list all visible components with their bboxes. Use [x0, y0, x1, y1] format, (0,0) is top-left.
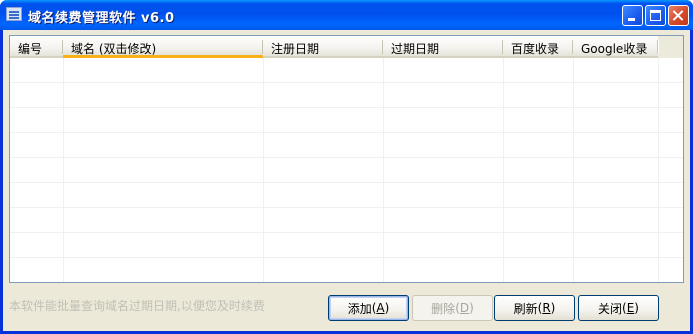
app-icon	[6, 7, 22, 21]
delete-button[interactable]: 删除(D)	[412, 295, 493, 321]
grid-row-line	[10, 182, 683, 183]
refresh-button-label: 刷新	[513, 301, 538, 316]
grid-row-line	[10, 132, 683, 133]
add-button[interactable]: 添加(A)	[328, 295, 409, 321]
close-window-button[interactable]	[668, 5, 689, 26]
column-header-google[interactable]: Google收录	[573, 36, 658, 58]
refresh-button-mnemonic: R	[542, 301, 551, 315]
list-header: 编号 域名 (双击修改) 注册日期 过期日期 百度收录 Google收录	[10, 36, 683, 58]
grid-row-line	[10, 207, 683, 208]
delete-button-mnemonic: D	[459, 301, 470, 315]
grid-column-line	[63, 58, 64, 282]
close-button-mnemonic: E	[626, 301, 635, 315]
list-body[interactable]	[10, 58, 683, 282]
maximize-button[interactable]	[645, 5, 666, 26]
close-button-label: 关闭	[598, 301, 623, 316]
add-button-mnemonic: A	[376, 301, 385, 315]
domain-list[interactable]: 编号 域名 (双击修改) 注册日期 过期日期 百度收录 Google收录	[9, 35, 684, 283]
window-title: 域名续费管理软件 v6.0	[28, 11, 175, 26]
hint-text: 本软件能批量查询域名过期日期,以便您及时续费	[9, 299, 265, 313]
grid-row-line	[10, 282, 683, 283]
grid-column-line	[503, 58, 504, 282]
close-button[interactable]: 关闭(E)	[578, 295, 659, 321]
grid-column-line	[573, 58, 574, 282]
main-window: 域名续费管理软件 v6.0 编号 域名 (双击修改) 注册日期 过期日期 百度收…	[0, 0, 693, 334]
delete-button-label: 删除	[431, 301, 456, 316]
grid-row-line	[10, 107, 683, 108]
grid-row-line	[10, 232, 683, 233]
grid-column-line	[658, 58, 659, 282]
column-header-id[interactable]: 编号	[10, 36, 63, 58]
grid-column-line	[263, 58, 264, 282]
grid-row-line	[10, 157, 683, 158]
maximize-icon	[650, 10, 661, 21]
close-icon	[669, 6, 688, 25]
title-bar[interactable]: 域名续费管理软件 v6.0	[0, 0, 693, 30]
column-header-expires[interactable]: 过期日期	[383, 36, 503, 58]
minimize-icon	[628, 18, 635, 21]
grid-row-line	[10, 257, 683, 258]
column-header-baidu[interactable]: 百度收录	[503, 36, 573, 58]
column-header-registered[interactable]: 注册日期	[263, 36, 383, 58]
refresh-button[interactable]: 刷新(R)	[494, 295, 575, 321]
grid-row-line	[10, 82, 683, 83]
column-header-domain[interactable]: 域名 (双击修改)	[63, 36, 263, 58]
grid-column-line	[383, 58, 384, 282]
add-button-label: 添加	[347, 301, 372, 316]
minimize-button[interactable]	[622, 5, 643, 26]
